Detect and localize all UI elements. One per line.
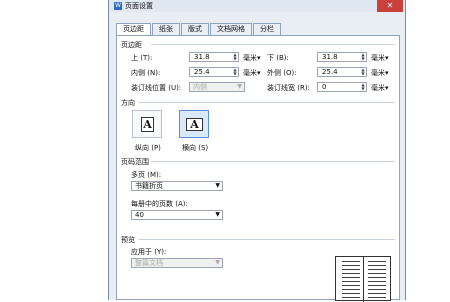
tab-layout[interactable]: 版式 [181, 23, 209, 35]
landscape-option[interactable]: A [179, 110, 209, 138]
spinner-icon[interactable]: ▲ ▼ [232, 53, 238, 61]
page-preview [335, 256, 391, 302]
margins-panel: 页边距 上 (T): 31.8 ▲ ▼ 毫米▾ 下 (B): 31.8 ▲ ▼ 毫米… [116, 35, 400, 302]
chevron-down-icon: ▼ [215, 211, 220, 218]
divider [139, 239, 395, 240]
portrait-label: 纵向 (P) [135, 144, 161, 152]
bottom-margin-value: 31.8 [322, 53, 338, 61]
preview-group-title: 预览 [121, 236, 135, 244]
divider [151, 161, 395, 162]
landscape-label: 横向 (S) [182, 144, 209, 152]
gutter-width-label: 装订线宽 (R): [267, 84, 310, 92]
pages-per-booklet-value: 40 [135, 211, 144, 219]
orientation-group-title: 方向 [121, 99, 135, 107]
top-margin-value: 31.8 [194, 53, 210, 61]
preview-left-page [342, 261, 360, 302]
top-margin-label: 上 (T): [131, 54, 153, 62]
app-icon: W [114, 2, 122, 10]
spinner-icon[interactable]: ▲ ▼ [360, 68, 366, 76]
apply-to-value: 整篇文档 [135, 259, 163, 267]
outer-margin-input[interactable]: 25.4 ▲ ▼ [317, 67, 367, 77]
preview-fold-line [363, 257, 364, 302]
chevron-down-icon: ▼ [215, 182, 220, 189]
outer-margin-value: 25.4 [322, 68, 338, 76]
tab-columns[interactable]: 分栏 [253, 23, 281, 35]
page-setup-dialog: W 页面设置 ✕ 页边距 纸张 版式 文档网格 分栏 页边距 上 (T): 31… [108, 0, 406, 302]
divider [151, 44, 395, 45]
portrait-option[interactable]: A [132, 110, 162, 138]
gutter-position-select[interactable]: 内侧 ▼ [189, 82, 245, 92]
spinner-icon[interactable]: ▲ ▼ [360, 83, 366, 91]
gutter-width-value: 0 [322, 83, 327, 91]
pages-per-booklet-select[interactable]: 40 ▼ [131, 210, 223, 220]
gutter-position-label: 装订线位置 (U): [131, 84, 182, 92]
bottom-margin-input[interactable]: 31.8 ▲ ▼ [317, 52, 367, 62]
tab-strip: 页边距 纸张 版式 文档网格 分栏 [116, 23, 282, 36]
margins-group-title: 页边距 [121, 41, 142, 49]
multiple-pages-value: 书籍折页 [135, 182, 163, 190]
multiple-pages-label: 多页 (M): [131, 171, 162, 179]
tab-paper[interactable]: 纸张 [152, 23, 180, 35]
preview-right-page [368, 261, 386, 302]
tab-doc-grid[interactable]: 文档网格 [210, 23, 252, 35]
bottom-unit-select[interactable]: 毫米▾ [371, 53, 389, 63]
title-bar: W 页面设置 ✕ [109, 0, 405, 12]
close-button[interactable]: ✕ [377, 0, 403, 12]
spinner-icon[interactable]: ▲ ▼ [360, 53, 366, 61]
portrait-page-icon: A [141, 117, 154, 132]
outer-margin-label: 外侧 (O): [267, 69, 297, 77]
gutter-width-unit-select[interactable]: 毫米▾ [371, 83, 389, 93]
inner-unit-select[interactable]: 毫米▾ [243, 68, 261, 78]
divider [139, 102, 395, 103]
inner-margin-value: 25.4 [194, 68, 210, 76]
top-margin-input[interactable]: 31.8 ▲ ▼ [189, 52, 239, 62]
page-range-group-title: 页码范围 [121, 158, 149, 166]
outer-unit-select[interactable]: 毫米▾ [371, 68, 389, 78]
chevron-down-icon: ▼ [215, 259, 220, 266]
apply-to-label: 应用于 (Y): [131, 248, 167, 256]
multiple-pages-select[interactable]: 书籍折页 ▼ [131, 181, 223, 191]
gutter-position-value: 内侧 [193, 83, 207, 91]
landscape-page-icon: A [186, 118, 203, 131]
inner-margin-label: 内侧 (N): [131, 69, 161, 77]
gutter-width-input[interactable]: 0 ▲ ▼ [317, 82, 367, 92]
bottom-margin-label: 下 (B): [267, 54, 289, 62]
top-unit-select[interactable]: 毫米▾ [243, 53, 261, 63]
inner-margin-input[interactable]: 25.4 ▲ ▼ [189, 67, 239, 77]
dialog-title: 页面设置 [125, 2, 153, 10]
apply-to-select[interactable]: 整篇文档 ▼ [131, 258, 223, 268]
pages-per-booklet-label: 每册中的页数 (A): [131, 200, 188, 208]
spinner-icon[interactable]: ▲ ▼ [232, 68, 238, 76]
chevron-down-icon: ▼ [237, 83, 242, 90]
